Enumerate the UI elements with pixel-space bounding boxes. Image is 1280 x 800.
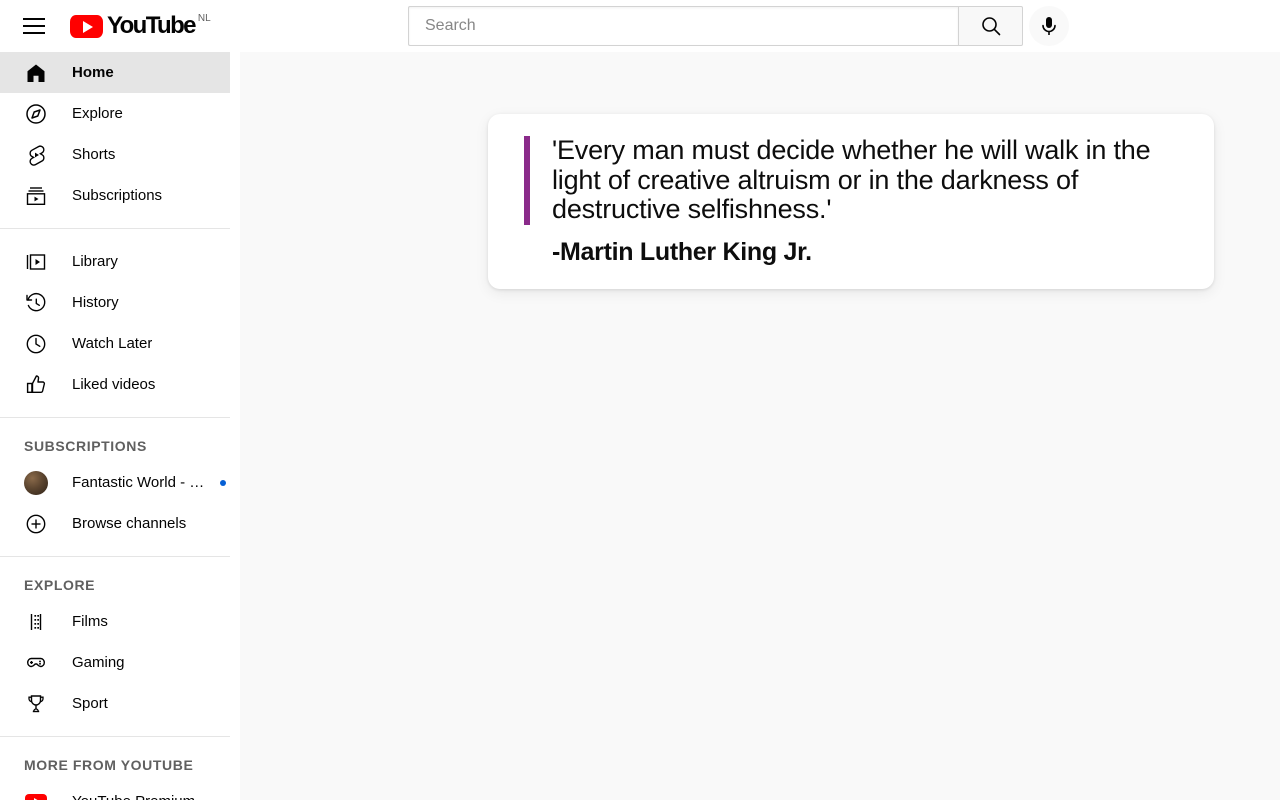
film-icon [24,610,48,634]
sidebar-item-watch-later[interactable]: Watch Later [0,323,230,364]
quote-author: -Martin Luther King Jr. [552,237,812,266]
sidebar-item-label: Explore [72,105,123,122]
section-title-subscriptions: SUBSCRIPTIONS [24,438,147,454]
clock-icon [24,332,48,356]
shorts-icon [24,143,48,167]
quote-card: 'Every man must decide whether he will w… [488,114,1214,289]
search-icon[interactable] [958,6,1023,46]
sidebar-item-subscriptions[interactable]: Subscriptions [0,175,230,216]
sidebar-item-gaming[interactable]: Gaming [0,642,230,683]
search-input[interactable] [408,6,958,46]
sidebar-item-explore[interactable]: Explore [0,93,230,134]
sidebar-item-films[interactable]: Films [0,601,230,642]
sidebar-item-history[interactable]: History [0,282,230,323]
sidebar-divider-3 [0,556,230,557]
quote-body: 'Every man must decide whether he will w… [524,135,1178,225]
sidebar-channel-fantastic-world[interactable]: Fantastic World - R… [0,462,230,503]
subscriptions-icon [24,184,48,208]
sidebar-item-label: Fantastic World - R… [72,474,212,491]
search-glyph [981,17,1000,36]
sidebar-item-label: History [72,294,119,311]
search-bar [408,6,1023,46]
sidebar-item-label: Liked videos [72,376,156,393]
new-content-dot [220,479,226,486]
quote-text: 'Every man must decide whether he will w… [552,135,1151,224]
history-icon [24,291,48,315]
sidebar-item-label: Browse channels [72,515,187,532]
sidebar-item-sport[interactable]: Sport [0,683,230,724]
trophy-icon [24,692,48,716]
main-content-area: 'Every man must decide whether he will w… [240,52,1280,800]
sidebar-item-label: Films [72,613,108,630]
microphone-glyph [1042,17,1056,35]
quote-accent-bar [524,136,530,225]
sidebar-item-shorts[interactable]: Shorts [0,134,230,175]
left-sidebar: Home Explore Shorts Subscriptions Librar… [0,52,240,800]
section-title-more-from-youtube: MORE FROM YOUTUBE [24,757,194,773]
compass-icon [24,102,48,126]
sidebar-item-label: Home [72,64,114,81]
gamepad-icon [24,651,48,675]
section-title-explore: EXPLORE [24,577,96,593]
thumbs-up-icon [24,373,48,397]
sidebar-item-label: Gaming [72,654,125,671]
sidebar-item-label: Sport [72,695,108,712]
logo-wordmark: YouTube [107,12,197,39]
sidebar-item-label: YouTube Premium [72,793,195,800]
sidebar-item-youtube-premium[interactable]: YouTube Premium [0,781,230,800]
microphone-icon[interactable] [1029,6,1069,46]
youtube-logo[interactable]: YouTube NL [70,12,211,40]
sidebar-divider-2 [0,417,230,418]
sidebar-item-label: Shorts [72,146,116,163]
home-icon [24,61,48,85]
sidebar-item-library[interactable]: Library [0,241,230,282]
sidebar-item-liked-videos[interactable]: Liked videos [0,364,230,405]
youtube-play-icon [70,15,103,38]
top-header-bar: YouTube NL [0,0,1280,52]
hamburger-menu-icon[interactable] [14,6,54,46]
sidebar-divider-1 [0,228,230,229]
sidebar-item-label: Library [72,253,118,270]
logo-country-code: NL [197,13,211,24]
sidebar-item-browse-channels[interactable]: Browse channels [0,503,230,544]
channel-avatar [24,470,48,495]
sidebar-item-label: Subscriptions [72,187,163,204]
sidebar-item-label: Watch Later [72,335,153,352]
sidebar-divider-4 [0,736,230,737]
sidebar-item-home[interactable]: Home [0,52,230,93]
plus-circle-icon [24,512,48,536]
youtube-premium-icon [24,790,48,800]
library-icon [24,250,48,274]
